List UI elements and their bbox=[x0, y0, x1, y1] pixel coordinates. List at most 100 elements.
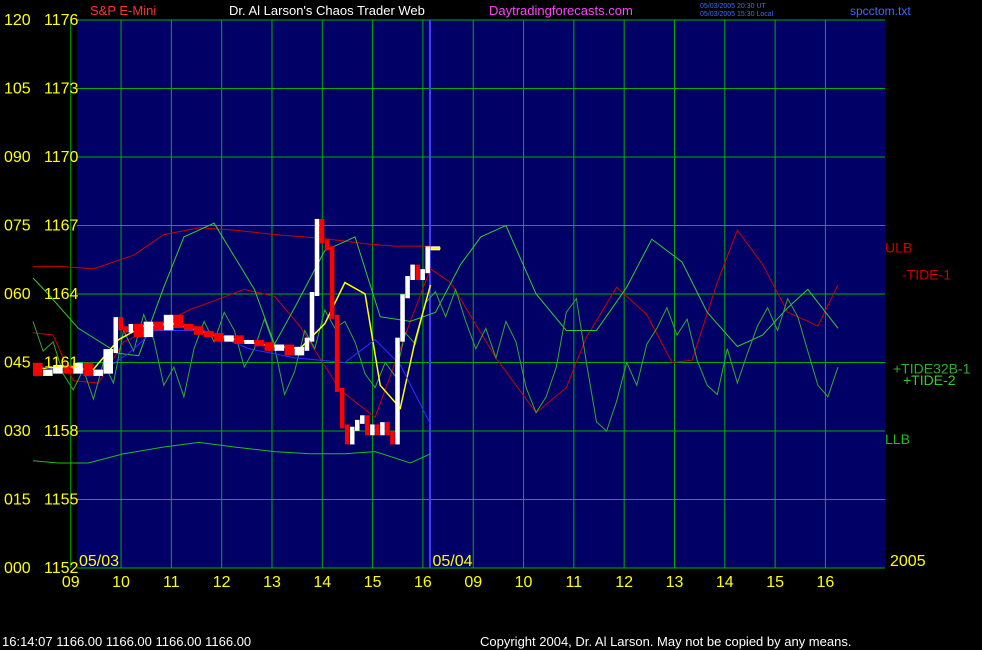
y-label-price: 1173 bbox=[44, 81, 79, 98]
y-label-price: 1167 bbox=[44, 218, 79, 235]
header-filename: spcctom.txt bbox=[850, 4, 911, 18]
y-label-index: 075 bbox=[4, 218, 31, 235]
y-label-index: 060 bbox=[4, 286, 31, 303]
year-label: 2005 bbox=[890, 553, 926, 570]
x-tick-label: 10 bbox=[112, 574, 130, 591]
y-label-index: 105 bbox=[4, 81, 31, 98]
price-bar bbox=[294, 346, 305, 356]
price-bar bbox=[355, 419, 360, 431]
chart-canvas: 120 1176 105 1173 090 1170 075 1167 060 1164 045 11… bbox=[0, 0, 982, 650]
y-label-price: 1155 bbox=[44, 492, 79, 509]
price-bar bbox=[405, 276, 410, 299]
price-bar bbox=[415, 264, 420, 281]
price-bar bbox=[420, 269, 425, 281]
x-tick-label: 11 bbox=[163, 574, 180, 591]
y-label-price: 1170 bbox=[44, 149, 79, 166]
series-label: LLB bbox=[885, 431, 910, 447]
y-label-index: 090 bbox=[4, 149, 31, 166]
price-bar bbox=[133, 323, 144, 338]
price-bar bbox=[234, 335, 244, 344]
price-bar bbox=[244, 339, 254, 344]
x-tick-label: 14 bbox=[313, 574, 331, 591]
x-tick-label: 09 bbox=[464, 574, 482, 591]
x-tick-label: 15 bbox=[364, 574, 382, 591]
price-bar bbox=[173, 314, 184, 328]
price-bar bbox=[339, 387, 345, 429]
price-bar bbox=[365, 415, 370, 436]
price-bar bbox=[390, 431, 395, 445]
price-bar bbox=[118, 317, 124, 331]
price-bar bbox=[410, 264, 415, 281]
price-bar bbox=[123, 326, 129, 333]
footer-copyright: Copyright 2004, Dr. Al Larson. May not b… bbox=[480, 634, 851, 649]
y-label-index: 045 bbox=[4, 355, 31, 372]
price-bar bbox=[319, 218, 325, 244]
x-tick-label: 14 bbox=[716, 574, 734, 591]
price-bar bbox=[83, 362, 93, 376]
price-bar bbox=[324, 239, 330, 251]
price-bar bbox=[395, 337, 400, 445]
x-tick-label: 13 bbox=[666, 574, 684, 591]
price-bar bbox=[344, 424, 350, 445]
header-center-title: Dr. Al Larson's Chaos Trader Web bbox=[229, 3, 425, 18]
price-bar bbox=[284, 344, 295, 356]
price-bar bbox=[385, 422, 390, 436]
date-label: 05/04 bbox=[432, 553, 472, 570]
price-bar bbox=[274, 344, 285, 351]
date-label: 05/03 bbox=[79, 553, 119, 570]
y-label-price: 1161 bbox=[44, 355, 79, 372]
price-bar bbox=[314, 218, 320, 296]
x-tick-label: 09 bbox=[62, 574, 80, 591]
price-bar bbox=[349, 426, 355, 445]
price-bar bbox=[400, 294, 405, 342]
price-bar bbox=[370, 424, 375, 436]
series-label: -TIDE-1 bbox=[902, 267, 951, 283]
price-bar bbox=[153, 321, 164, 331]
price-bar bbox=[33, 362, 43, 376]
price-bar bbox=[214, 333, 224, 342]
header-left-title: S&P E-Mini bbox=[90, 3, 156, 18]
y-label-price: 1164 bbox=[44, 286, 79, 303]
price-bar bbox=[264, 342, 274, 351]
price-bar bbox=[375, 424, 380, 436]
price-bar bbox=[113, 317, 119, 354]
price-bar bbox=[224, 335, 234, 342]
header-timestamp-local: 05/03/2005 15:30 Local bbox=[700, 11, 774, 18]
x-tick-label: 11 bbox=[566, 574, 583, 591]
price-bar bbox=[425, 246, 430, 274]
series-label: ULB bbox=[885, 239, 912, 255]
price-bar bbox=[309, 292, 315, 342]
price-bar bbox=[194, 326, 204, 335]
y-label-index: 015 bbox=[4, 492, 31, 509]
x-tick-label: 13 bbox=[263, 574, 281, 591]
price-bar bbox=[163, 314, 174, 331]
price-bar bbox=[128, 323, 134, 333]
header-timestamp-ut: 05/03/2005 20:30 UT bbox=[700, 3, 766, 10]
price-bar bbox=[329, 246, 335, 319]
chart-window: 120 1176 105 1173 090 1170 075 1167 060 1164 045 11… bbox=[0, 0, 982, 650]
price-bar bbox=[360, 415, 365, 424]
price-bar bbox=[334, 314, 340, 392]
price-bar bbox=[204, 330, 214, 338]
price-bar bbox=[103, 349, 113, 374]
x-tick-label: 10 bbox=[515, 574, 533, 591]
y-label-index: 030 bbox=[4, 423, 31, 440]
x-tick-label: 16 bbox=[817, 574, 835, 591]
footer-status: 16:14:07 1166.00 1166.00 1166.00 1166.00 bbox=[2, 634, 251, 649]
header-site-link[interactable]: Daytradingforecasts.com bbox=[489, 3, 633, 18]
price-bar bbox=[143, 321, 154, 338]
x-tick-label: 15 bbox=[766, 574, 784, 591]
price-bar bbox=[380, 422, 385, 436]
y-label-index: 120 bbox=[4, 12, 31, 29]
x-tick-label: 12 bbox=[213, 574, 231, 591]
price-bar bbox=[254, 339, 264, 347]
x-tick-label: 12 bbox=[615, 574, 633, 591]
price-bar bbox=[304, 337, 310, 351]
y-label-price: 1158 bbox=[44, 423, 79, 440]
y-label-price: 1176 bbox=[44, 12, 79, 29]
y-label-index: 000 bbox=[4, 560, 31, 577]
price-bar bbox=[183, 323, 194, 331]
x-tick-label: 16 bbox=[414, 574, 432, 591]
price-bar bbox=[93, 369, 103, 376]
series-label: +TIDE-2 bbox=[903, 372, 956, 388]
